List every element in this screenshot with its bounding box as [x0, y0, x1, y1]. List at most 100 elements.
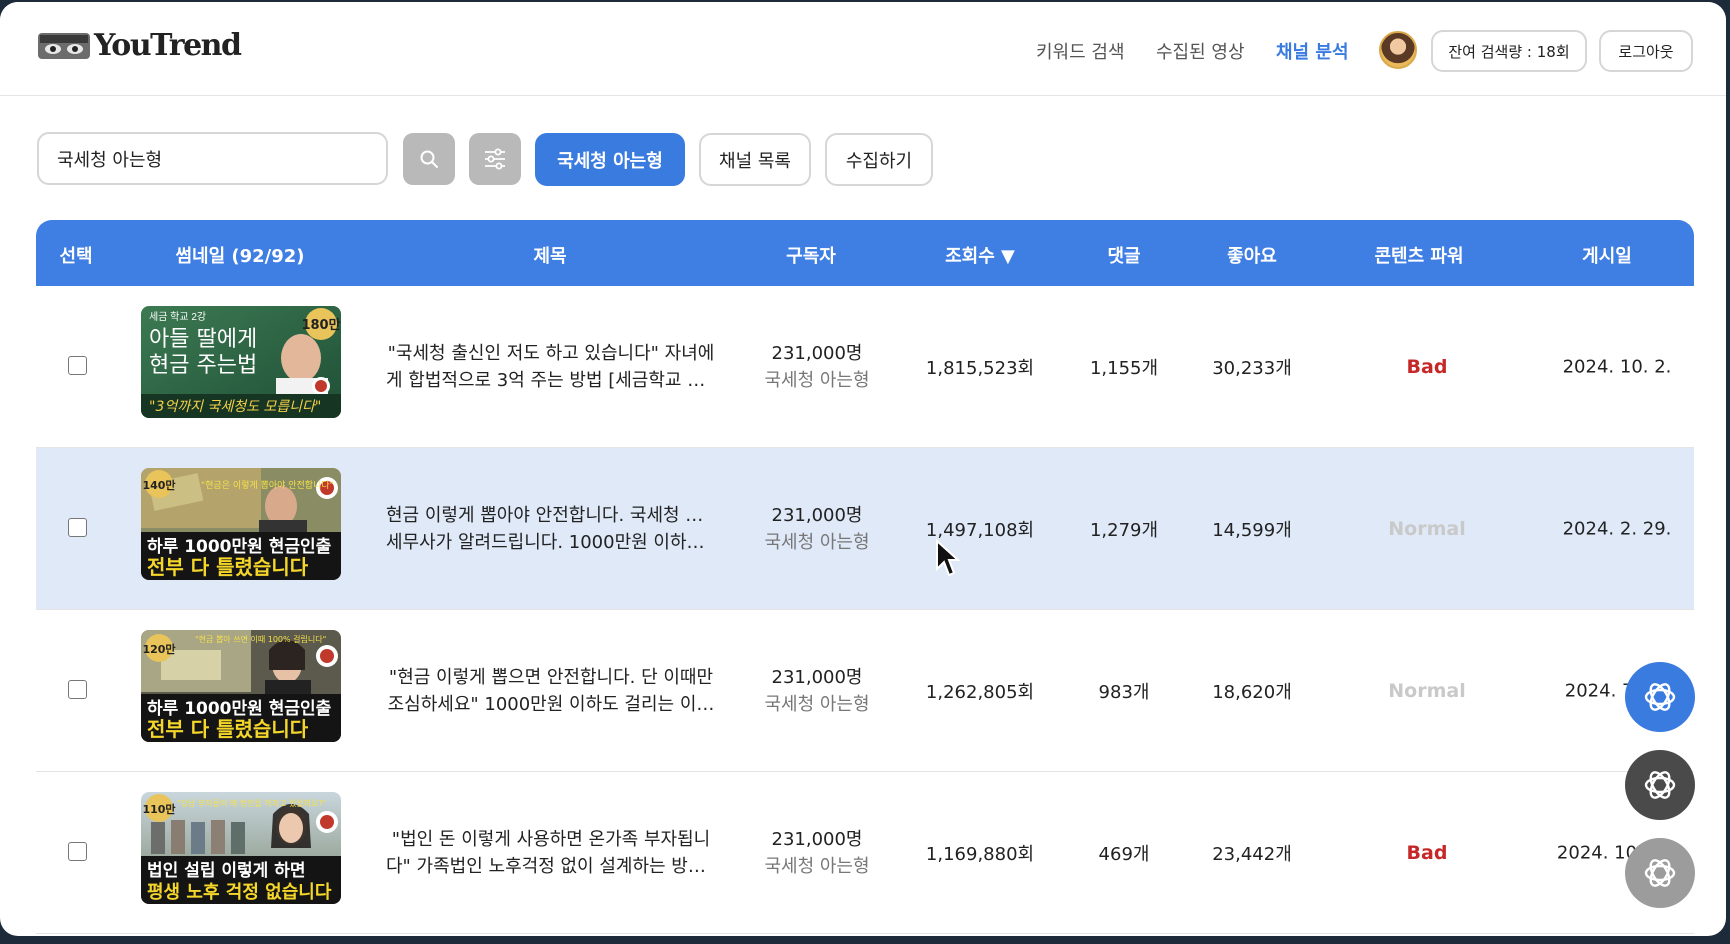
content-power: Bad [1406, 841, 1448, 864]
col-select: 선택 [59, 246, 93, 267]
col-thumbnail: 썸네일 (92/92) [175, 246, 305, 267]
video-title[interactable]: "법인 돈 이렇게 사용하면 온가족 부자됩니 다" 가족법인 노후걱정 없이 … [386, 826, 716, 880]
view-count: 1,262,805회 [925, 681, 1035, 703]
row-checkbox[interactable] [68, 842, 87, 861]
nav-channel-analysis[interactable]: 채널 분석 [1276, 38, 1349, 64]
like-count: 30,233개 [1212, 357, 1292, 379]
svg-text:"현금 뽑아 쓰면 이때 100% 걸립니다": "현금 뽑아 쓰면 이때 100% 걸립니다" [195, 634, 326, 644]
nav-collected-videos[interactable]: 수집된 영상 [1156, 38, 1245, 64]
subscriber-count: 231,000명 [771, 666, 863, 688]
comment-count: 1,155개 [1089, 357, 1159, 379]
col-comments: 댓글 [1107, 246, 1141, 267]
posted-date: 2024. 10 [1556, 842, 1638, 863]
comment-count: 469개 [1098, 843, 1150, 865]
nav-keyword-search[interactable]: 키워드 검색 [1036, 38, 1125, 64]
assistant-button-3[interactable] [1625, 838, 1695, 908]
posted-date: 2024. 10. 2. [1562, 356, 1672, 377]
subscriber-cell: 231,000명 국세청 아는형 [764, 340, 869, 394]
table-row[interactable]: "현금은 이렇게 뽑아야 안전합니다" 하루 1000만원 현금인출 전부 다 … [36, 448, 1694, 610]
collect-button[interactable]: 수집하기 [825, 133, 933, 186]
channel-name: 국세청 아는형 [764, 693, 870, 715]
comment-count: 983개 [1098, 681, 1150, 703]
openai-icon [1644, 771, 1676, 799]
video-title[interactable]: "현금 이렇게 뽑으면 안전합니다. 단 이때만 조심하세요" 1000만원 이… [386, 664, 716, 718]
logo-text: YouTrend [94, 28, 242, 63]
svg-text:아들 딸에게: 아들 딸에게 [149, 327, 257, 352]
subscriber-cell: 231,000명 국세청 아는형 [764, 826, 869, 880]
filter-button[interactable] [469, 133, 521, 185]
content-power: Normal [1388, 679, 1466, 702]
title-line: "법인 돈 이렇게 사용하면 온가족 부자됩니 [391, 828, 711, 850]
comment-count: 1,279개 [1089, 519, 1159, 541]
subscriber-count: 231,000명 [771, 504, 863, 526]
view-count: 1,497,108회 [925, 519, 1035, 541]
row-checkbox[interactable] [68, 356, 87, 375]
content-power: Bad [1406, 355, 1448, 378]
video-table: 선택 썸네일 (92/92) 제목 구독자 조회수 ▼ 댓글 좋아요 콘텐츠 파… [36, 220, 1694, 936]
svg-text:140만: 140만 [142, 478, 175, 492]
avatar[interactable] [1379, 31, 1417, 69]
search-input[interactable]: 국세청 아는형 [37, 132, 388, 185]
video-thumbnail[interactable]: "강남 부자들이 왜 법인을 하지고 있을까요?" 법인 설립 이렇게 하면 평… [141, 792, 341, 904]
openai-icon [1644, 683, 1676, 711]
channel-name: 국세청 아는형 [764, 531, 870, 553]
like-count: 18,620개 [1212, 681, 1292, 703]
title-line: 게 합법적으로 3억 주는 방법 [세금학교 2강] [386, 369, 716, 391]
logo-eyes-icon [38, 32, 90, 59]
col-subscribers: 구독자 [786, 246, 836, 267]
view-count: 1,169,880회 [925, 843, 1035, 865]
title-line: 조심하세요" 1000만원 이하도 걸리는 이… [387, 693, 715, 715]
svg-text:"3억까지 국세청도 모릅니다": "3억까지 국세청도 모릅니다" [149, 399, 321, 415]
col-posted: 게시일 [1582, 246, 1632, 267]
title-line: "국세청 출신인 저도 하고 있습니다" 자녀에 [387, 342, 715, 364]
svg-text:110만: 110만 [142, 802, 175, 816]
assistant-button-2[interactable] [1625, 750, 1695, 820]
video-title[interactable]: "국세청 출신인 저도 하고 있습니다" 자녀에 게 합법적으로 3억 주는 방… [386, 340, 716, 394]
subscriber-count: 231,000명 [771, 828, 863, 850]
svg-text:전부 다 틀렸습니다: 전부 다 틀렸습니다 [147, 555, 309, 579]
posted-date: 2024. 2. 29. [1562, 518, 1672, 539]
channel-name: 국세청 아는형 [764, 855, 870, 877]
svg-text:180만: 180만 [301, 317, 340, 333]
video-thumbnail[interactable]: "현금은 이렇게 뽑아야 안전합니다" 하루 1000만원 현금인출 전부 다 … [141, 468, 341, 580]
top-header: YouTrend 키워드 검색 수집된 영상 채널 분석 잔여 검색량 : 18… [0, 2, 1726, 96]
table-row[interactable]: "강남 부자들이 왜 법인을 하지고 있을까요?" 법인 설립 이렇게 하면 평… [36, 772, 1694, 934]
video-thumbnail[interactable]: 세금 학교 2강 아들 딸에게 현금 주는법 "3억까지 국세청도 모릅니다" … [141, 306, 341, 418]
search-icon [420, 150, 438, 168]
like-count: 23,442개 [1212, 843, 1292, 865]
view-count: 1,815,523회 [925, 357, 1035, 379]
remaining-searches-badge[interactable]: 잔여 검색량 : 18회 [1431, 30, 1587, 72]
table-row[interactable]: "현금 뽑아 쓰면 이때 100% 걸립니다" 하루 1000만원 현금인출 전… [36, 610, 1694, 772]
col-views-sort[interactable]: 조회수 ▼ [945, 242, 1015, 268]
svg-text:"강남 부자들이 왜 법인을 하지고 있을까요?": "강남 부자들이 왜 법인을 하지고 있을까요?" [177, 798, 326, 808]
assistant-button-1[interactable] [1625, 662, 1695, 732]
subscriber-count: 231,000명 [771, 342, 863, 364]
logout-button[interactable]: 로그아웃 [1599, 30, 1693, 72]
svg-text:현금 주는법: 현금 주는법 [149, 353, 257, 378]
like-count: 14,599개 [1212, 519, 1292, 541]
video-title[interactable]: 현금 이렇게 뽑아야 안전합니다. 국세청 출신 세무사가 알려드립니다. 10… [386, 502, 716, 556]
video-thumbnail[interactable]: "현금 뽑아 쓰면 이때 100% 걸립니다" 하루 1000만원 현금인출 전… [141, 630, 341, 742]
svg-text:"현금은 이렇게 뽑아야 안전합니다": "현금은 이렇게 뽑아야 안전합니다" [201, 480, 334, 491]
channel-list-button[interactable]: 채널 목록 [699, 133, 811, 186]
svg-text:법인 설립 이렇게 하면: 법인 설립 이렇게 하면 [147, 861, 306, 881]
logo[interactable]: YouTrend [38, 28, 242, 63]
svg-text:전부 다 틀렸습니다: 전부 다 틀렸습니다 [147, 717, 309, 741]
row-checkbox[interactable] [68, 518, 87, 537]
subscriber-cell: 231,000명 국세청 아는형 [764, 502, 869, 556]
channel-button[interactable]: 국세청 아는형 [535, 133, 685, 186]
subscriber-cell: 231,000명 국세청 아는형 [764, 664, 869, 718]
search-button[interactable] [403, 133, 455, 185]
svg-text:세금 학교 2강: 세금 학교 2강 [149, 311, 206, 323]
title-line: "현금 이렇게 뽑으면 안전합니다. 단 이때만 [388, 666, 714, 688]
app-window: YouTrend 키워드 검색 수집된 영상 채널 분석 잔여 검색량 : 18… [0, 2, 1726, 936]
col-title: 제목 [533, 246, 567, 267]
table-row[interactable]: 세금 학교 2강 아들 딸에게 현금 주는법 "3억까지 국세청도 모릅니다" … [36, 286, 1694, 448]
title-line: 세무사가 알려드립니다. 1000만원 이하도… [386, 531, 716, 553]
row-checkbox[interactable] [68, 680, 87, 699]
svg-text:평생 노후 걱정 없습니다: 평생 노후 걱정 없습니다 [147, 882, 332, 903]
svg-text:하루 1000만원 현금인출: 하루 1000만원 현금인출 [147, 537, 332, 557]
openai-icon [1644, 859, 1676, 887]
col-likes: 좋아요 [1227, 246, 1277, 267]
table-header: 선택 썸네일 (92/92) 제목 구독자 조회수 ▼ 댓글 좋아요 콘텐츠 파… [36, 220, 1694, 286]
